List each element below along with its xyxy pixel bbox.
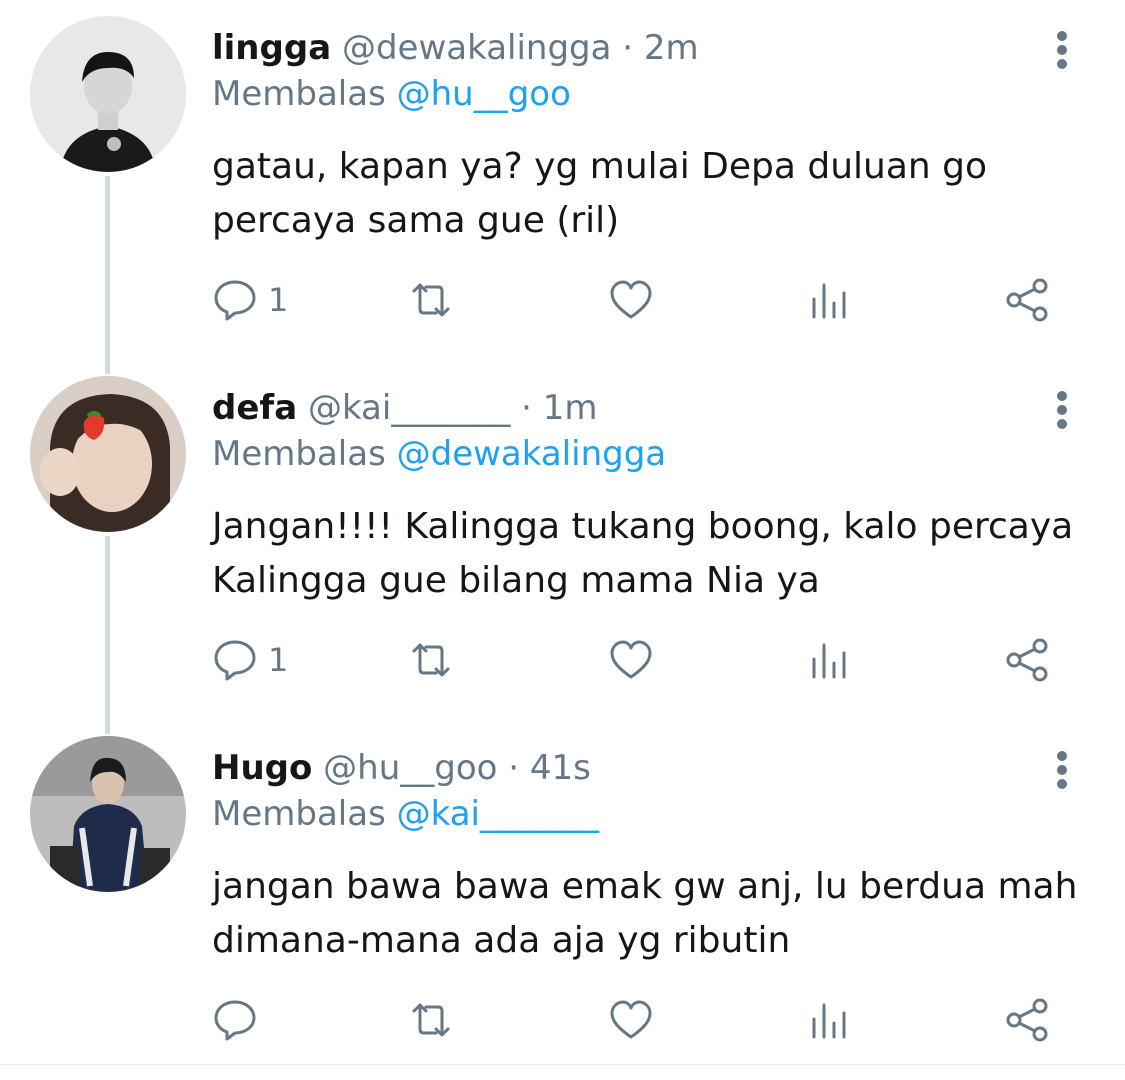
tweet-header: Hugo @hu__goo · 41s: [212, 746, 591, 790]
avatar[interactable]: [30, 736, 186, 892]
user-handle[interactable]: @hu__goo: [323, 748, 497, 788]
display-name[interactable]: defa: [212, 388, 297, 428]
thread-connector-line: [105, 176, 110, 374]
tweet-item[interactable]: lingga @dewakalingga · 2m Membalas @hu__…: [0, 0, 1125, 374]
replying-to-handle[interactable]: @dewakalingga: [397, 434, 667, 474]
tweet-header: defa @kai_______ · 1m: [212, 386, 598, 430]
timestamp[interactable]: 1m: [543, 388, 598, 428]
speech-bubble-icon: [214, 1000, 256, 1041]
separator-dot: ·: [508, 748, 520, 788]
like-button[interactable]: [608, 272, 654, 328]
tweet-text-line: percaya sama gue (ril): [212, 200, 620, 241]
heart-outline-icon: [610, 280, 652, 319]
more-options-button[interactable]: [1040, 28, 1084, 72]
replying-to-label: Membalas: [212, 794, 386, 834]
tweet-text-line: jangan bawa bawa emak gw anj, lu berdua …: [212, 866, 1078, 907]
tweet-header: lingga @dewakalingga · 2m: [212, 26, 699, 70]
retweet-arrows-icon: [412, 283, 450, 317]
share-button[interactable]: [1004, 992, 1050, 1048]
tweet-text-line: Jangan!!!! Kalingga tukang boong, kalo p…: [212, 506, 1074, 547]
reply-count: 1: [268, 641, 289, 679]
analytics-button[interactable]: [806, 632, 852, 688]
display-name[interactable]: Hugo: [212, 748, 312, 788]
separator-dot: ·: [622, 28, 634, 68]
tweet-text-line: Kalingga gue bilang mama Nia ya: [212, 560, 820, 601]
retweet-arrows-icon: [412, 1003, 450, 1037]
heart-outline-icon: [610, 640, 652, 679]
replying-to-handle[interactable]: @kai_______: [397, 794, 599, 834]
more-options-button[interactable]: [1040, 388, 1084, 432]
avatar[interactable]: [30, 376, 186, 532]
tweet-actions: [212, 992, 1062, 1048]
share-button[interactable]: [1004, 632, 1050, 688]
replying-to-label: Membalas: [212, 434, 386, 474]
share-nodes-icon: [1006, 998, 1048, 1042]
timestamp[interactable]: 41s: [530, 748, 591, 788]
tweet-item[interactable]: defa @kai_______ · 1m Membalas @dewakali…: [0, 360, 1125, 734]
tweet-actions: 1: [212, 632, 1062, 688]
user-handle[interactable]: @dewakalingga: [342, 28, 612, 68]
analytics-button[interactable]: [806, 272, 852, 328]
tweet-item[interactable]: Hugo @hu__goo · 41s Membalas @kai_______…: [0, 720, 1125, 1080]
tweet-text: Jangan!!!! Kalingga tukang boong, kalo p…: [212, 500, 1082, 608]
more-options-button[interactable]: [1040, 748, 1084, 792]
replying-to-handle[interactable]: @hu__goo: [397, 74, 571, 114]
tweet-actions: 1: [212, 272, 1062, 328]
bar-chart-icon: [812, 283, 846, 319]
vertical-dots-icon: [1057, 31, 1067, 69]
retweet-button[interactable]: [408, 632, 454, 688]
share-nodes-icon: [1006, 638, 1048, 682]
like-button[interactable]: [608, 992, 654, 1048]
replying-to-line: Membalas @kai_______: [212, 792, 599, 836]
reply-thread: lingga @dewakalingga · 2m Membalas @hu__…: [0, 0, 1125, 1071]
bar-chart-icon: [812, 643, 846, 679]
reply-count: 1: [268, 281, 289, 319]
vertical-dots-icon: [1057, 391, 1067, 429]
like-button[interactable]: [608, 632, 654, 688]
tweet-text-line: dimana-mana ada aja yg ributin: [212, 920, 791, 961]
share-nodes-icon: [1006, 278, 1048, 322]
share-button[interactable]: [1004, 272, 1050, 328]
avatar[interactable]: [30, 16, 186, 172]
tweet-text: jangan bawa bawa emak gw anj, lu berdua …: [212, 860, 1082, 968]
reply-button[interactable]: [212, 992, 268, 1048]
display-name[interactable]: lingga: [212, 28, 331, 68]
replying-to-line: Membalas @dewakalingga: [212, 432, 666, 476]
analytics-button[interactable]: [806, 992, 852, 1048]
retweet-button[interactable]: [408, 272, 454, 328]
tweet-text-line: gatau, kapan ya? yg mulai Depa duluan go: [212, 146, 988, 187]
vertical-dots-icon: [1057, 751, 1067, 789]
separator-dot: ·: [521, 388, 532, 428]
heart-outline-icon: [610, 1000, 652, 1039]
retweet-button[interactable]: [408, 992, 454, 1048]
thread-connector-line: [105, 536, 110, 734]
retweet-arrows-icon: [412, 643, 450, 677]
reply-button[interactable]: 1: [212, 632, 288, 688]
speech-bubble-icon: [214, 280, 256, 321]
reply-button[interactable]: 1: [212, 272, 288, 328]
bar-chart-icon: [812, 1003, 846, 1039]
speech-bubble-icon: [214, 640, 256, 681]
divider: [0, 1064, 1125, 1065]
replying-to-line: Membalas @hu__goo: [212, 72, 571, 116]
tweet-text: gatau, kapan ya? yg mulai Depa duluan go…: [212, 140, 1082, 248]
replying-to-label: Membalas: [212, 74, 386, 114]
user-handle[interactable]: @kai_______: [308, 388, 510, 428]
timestamp[interactable]: 2m: [644, 28, 699, 68]
